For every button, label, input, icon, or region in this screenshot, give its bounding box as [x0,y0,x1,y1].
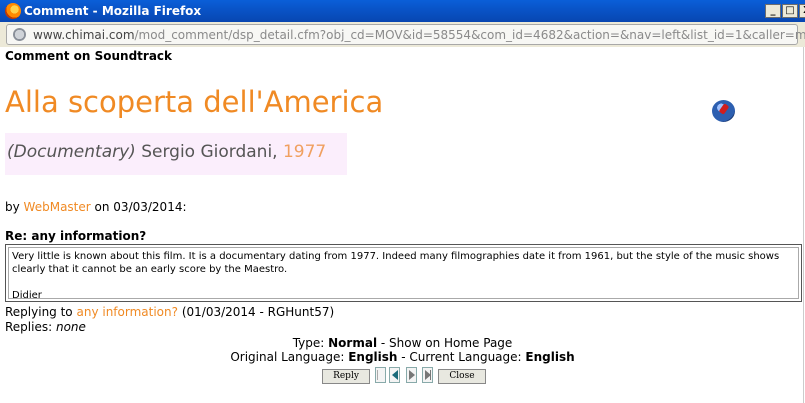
replying-prefix: Replying to [5,305,73,319]
reply-button[interactable]: Reply [322,369,370,384]
section-label: Comment on Soundtrack [5,49,173,63]
replies-value: none [55,320,86,334]
byline: by WebMaster on 03/03/2014: [5,200,187,214]
close-window-button[interactable]: X [799,4,805,18]
comment-subject: Re: any information? [5,229,147,243]
firefox-icon [5,3,21,19]
type-label: Type: [292,336,325,350]
url-text[interactable]: www.chimai.com/mod_comment/dsp_detail.cf… [33,28,805,42]
globe-icon [13,28,26,41]
comment-box: Very little is known about this film. It… [5,244,802,302]
orig-lang-value: English [348,350,398,364]
author-link[interactable]: WebMaster [24,200,91,214]
url-path: /mod_comment/dsp_detail.cfm?obj_cd=MOV&i… [134,28,805,42]
film-meta-box: (Documentary) Sergio Giordani, 1977 [5,133,347,175]
film-icon[interactable] [712,100,735,122]
replying-link[interactable]: any information? [76,305,178,319]
next-page-icon[interactable] [406,367,417,383]
type-line: Type: Normal - Show on Home Page [0,336,805,350]
comment-inner: Very little is known about this film. It… [8,247,799,302]
comment-body: Very little is known about this film. It… [12,251,780,275]
window-title: Comment - Mozilla Firefox [24,4,202,18]
browser-window: Comment - Mozilla Firefox _ □ X www.chim… [0,0,805,403]
close-button[interactable]: Close [438,369,486,384]
comment-text: Very little is known about this film. It… [12,250,798,302]
url-field[interactable]: www.chimai.com/mod_comment/dsp_detail.cf… [6,24,805,45]
title-bar: Comment - Mozilla Firefox _ □ X [0,0,805,22]
maximize-button[interactable]: □ [782,4,798,18]
orig-lang-label: Original Language: [230,350,345,364]
first-page-icon[interactable] [375,367,386,383]
page-content: Comment on Soundtrack Alla scoperta dell… [0,47,805,403]
replies-label: Replies: [5,320,53,334]
film-genre: (Documentary) [7,142,136,162]
comment-signature: Didier [12,290,42,301]
type-value: Normal [328,336,378,350]
replies-line: Replies: none [5,320,86,334]
film-year: 1977 [282,142,327,162]
last-page-icon[interactable] [422,367,433,383]
language-line: Original Language: English - Current Lan… [0,350,805,364]
film-meta-line: (Documentary) Sergio Giordani, 1977 [7,142,326,162]
page-right-border [803,47,804,403]
minimize-button[interactable]: _ [765,4,781,18]
prev-page-icon[interactable] [389,367,400,383]
url-host: www.chimai.com [33,28,135,42]
film-director: Sergio Giordani, [141,142,278,162]
curr-lang-label: - Current Language: [401,350,522,364]
replying-line: Replying to any information? (01/03/2014… [5,305,334,319]
address-bar: www.chimai.com/mod_comment/dsp_detail.cf… [0,22,805,47]
by-prefix: by [5,200,20,214]
film-title: Alla scoperta dell'America [5,85,384,119]
type-suffix: - Show on Home Page [380,336,513,350]
comment-date: on 03/03/2014: [94,200,187,214]
curr-lang-value: English [525,350,575,364]
replying-suffix: (01/03/2014 - RGHunt57) [181,305,335,319]
